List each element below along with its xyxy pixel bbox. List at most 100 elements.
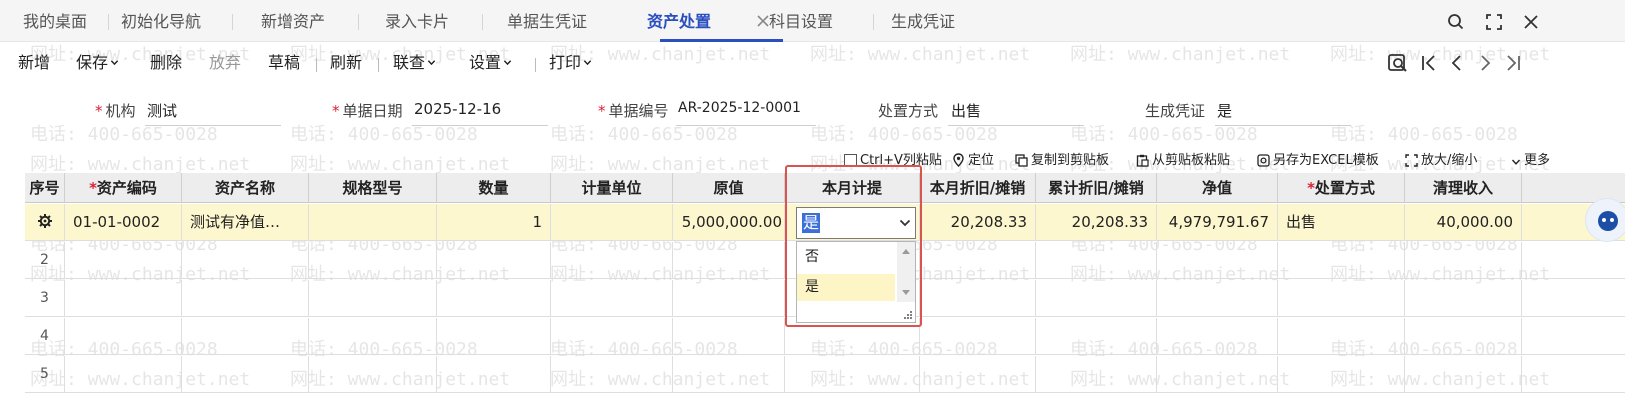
zoom-toggle-label: 放大/缩小 <box>1421 153 1478 168</box>
org-value: 测试 <box>147 102 178 120</box>
location-pin-icon <box>953 153 964 168</box>
prev-page-icon[interactable] <box>1446 52 1468 74</box>
more-label: 更多 <box>1524 153 1551 168</box>
scroll-arrows-icon[interactable] <box>897 242 915 302</box>
query-label: 联查 <box>393 53 426 72</box>
tab-add-asset[interactable]: 新增资产 <box>261 0 325 42</box>
watermark-phone: 电话: 400-665-0028 <box>1330 124 1518 145</box>
tab-account-settings[interactable]: 科目设置 <box>769 0 833 42</box>
generate-voucher-label: 生成凭证 <box>1145 102 1206 120</box>
main-toolbar: 新增 保存 删除 放弃 草稿 刷新 联查 设置 打印 <box>0 44 1625 84</box>
row-index: 2 <box>25 242 65 279</box>
header-quantity: 数量 <box>437 173 551 203</box>
save-button[interactable]: 保存 <box>76 50 119 76</box>
print-button[interactable]: 打印 <box>549 50 592 76</box>
clearing-income-cell[interactable]: 40,000.00 <box>1405 204 1522 241</box>
resize-grip-icon[interactable] <box>903 310 913 320</box>
accrue-option-list: 否 是 <box>796 241 916 323</box>
settings-button[interactable]: 设置 <box>469 50 512 76</box>
chevron-down-icon <box>583 59 592 65</box>
table-row[interactable]: 5 <box>25 356 1625 393</box>
assistant-float-button[interactable] <box>1585 198 1625 242</box>
copy-to-clipboard-button[interactable]: 复制到剪贴板 <box>1015 151 1109 171</box>
tab-separator <box>482 14 483 30</box>
row-settings-cell[interactable] <box>25 204 65 241</box>
disposal-method-field[interactable]: 处置方式 出售 <box>878 98 1088 128</box>
header-original-value: 原值 <box>673 173 785 203</box>
header-accum-depreciation: 累计折旧/摊销 <box>1036 173 1157 203</box>
discard-button[interactable]: 放弃 <box>209 50 241 76</box>
settings-label: 设置 <box>469 53 502 72</box>
save-excel-template-button[interactable]: 另存为EXCEL模板 <box>1257 151 1379 171</box>
next-page-icon[interactable] <box>1474 52 1496 74</box>
last-page-icon[interactable] <box>1502 52 1524 74</box>
quantity-cell[interactable]: 1 <box>437 204 551 241</box>
date-field[interactable]: * 单据日期 2025-12-16 <box>332 98 552 128</box>
more-button[interactable]: 更多 <box>1511 151 1550 171</box>
asset-name-cell[interactable]: 测试有净值… <box>182 204 309 241</box>
option-no[interactable]: 否 <box>797 244 895 271</box>
locate-button[interactable]: 定位 <box>952 151 994 171</box>
option-yes[interactable]: 是 <box>797 274 895 301</box>
tab-init-guide[interactable]: 初始化导航 <box>121 0 201 42</box>
search-icon[interactable] <box>1446 12 1466 32</box>
header-spec: 规格型号 <box>309 173 437 203</box>
asset-code-cell[interactable]: 01-01-0002 <box>65 204 182 241</box>
tab-enter-card[interactable]: 录入卡片 <box>385 0 449 42</box>
save-label: 保存 <box>76 53 109 72</box>
tab-separator <box>358 14 359 30</box>
query-button[interactable]: 联查 <box>393 50 436 76</box>
paste-from-clipboard-label: 从剪贴板粘贴 <box>1152 153 1231 168</box>
spec-cell[interactable] <box>309 204 437 241</box>
disposal-method-cell[interactable]: 出售 <box>1278 204 1405 241</box>
paste-icon <box>1136 154 1149 167</box>
doc-code-label: * 单据编号 <box>598 102 669 120</box>
paste-column-toggle[interactable]: Ctrl+V列粘贴 <box>844 151 942 171</box>
copy-to-clipboard-label: 复制到剪贴板 <box>1031 153 1110 168</box>
accrue-select[interactable]: 是 <box>796 207 916 239</box>
draft-button[interactable]: 草稿 <box>268 50 300 76</box>
date-label: * 单据日期 <box>332 102 403 120</box>
option-scrollbar[interactable] <box>897 242 915 302</box>
header-asset-name: 资产名称 <box>182 173 309 203</box>
disposal-method-label: 处置方式 <box>878 102 939 120</box>
checkbox-icon[interactable] <box>844 154 857 167</box>
chevron-down-icon <box>110 59 119 65</box>
maximize-icon[interactable] <box>1484 12 1504 32</box>
tab-doc-voucher[interactable]: 单据生凭证 <box>507 0 587 42</box>
refresh-button[interactable]: 刷新 <box>330 50 362 76</box>
tab-desktop[interactable]: 我的桌面 <box>23 0 87 42</box>
copy-icon <box>1015 154 1028 167</box>
unit-cell[interactable] <box>551 204 673 241</box>
net-value-cell[interactable]: 4,979,791.67 <box>1157 204 1278 241</box>
gear-icon[interactable] <box>37 213 53 229</box>
expand-icon <box>1405 154 1418 167</box>
new-button[interactable]: 新增 <box>18 50 50 76</box>
zoom-toggle-button[interactable]: 放大/缩小 <box>1405 151 1477 171</box>
doc-code-field[interactable]: * 单据编号 AR-2025-12-0001 <box>598 98 823 128</box>
save-excel-template-label: 另存为EXCEL模板 <box>1273 153 1379 168</box>
delete-button[interactable]: 删除 <box>150 50 182 76</box>
preview-search-icon[interactable] <box>1387 52 1409 74</box>
tab-asset-disposal[interactable]: 资产处置 <box>647 0 711 42</box>
row-index: 3 <box>25 280 65 317</box>
tab-separator <box>232 14 233 30</box>
accum-depreciation-cell[interactable]: 20,208.33 <box>1036 204 1157 241</box>
tab-generate-voucher[interactable]: 生成凭证 <box>891 0 955 42</box>
chevron-down-icon[interactable] <box>899 217 911 229</box>
original-value-cell[interactable]: 5,000,000.00 <box>673 204 785 241</box>
save-template-icon <box>1257 154 1270 167</box>
disposal-method-value: 出售 <box>951 102 982 120</box>
header-month-depreciation: 本月折旧/摊销 <box>920 173 1036 203</box>
header-index: 序号 <box>25 173 65 203</box>
generate-voucher-field[interactable]: 生成凭证 是 <box>1145 98 1355 128</box>
first-page-icon[interactable] <box>1418 52 1440 74</box>
header-asset-code: *资产编码 <box>65 173 182 203</box>
table-row[interactable]: 4 <box>25 318 1625 355</box>
assistant-icon <box>1598 211 1618 231</box>
chevron-down-icon <box>427 59 436 65</box>
close-window-icon[interactable] <box>1521 12 1541 32</box>
paste-from-clipboard-button[interactable]: 从剪贴板粘贴 <box>1136 151 1230 171</box>
month-depreciation-cell[interactable]: 20,208.33 <box>920 204 1036 241</box>
org-field[interactable]: * 机构 测试 <box>95 98 285 128</box>
